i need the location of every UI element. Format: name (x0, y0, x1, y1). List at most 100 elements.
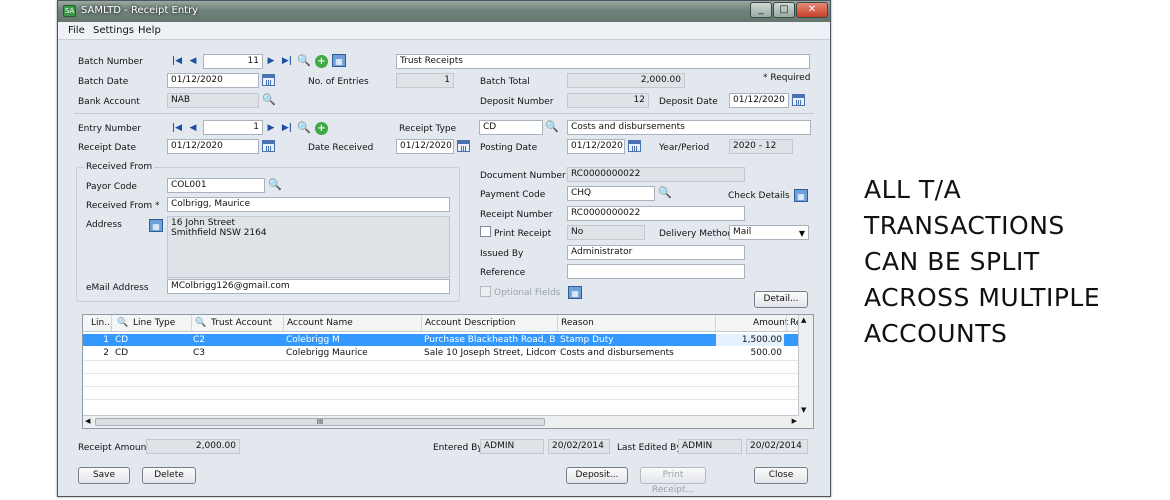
cell-amount: 500.00 (750, 348, 783, 358)
email-input[interactable]: MColbrigg126@gmail.com (167, 279, 450, 294)
cell-account-name: Colebrigg Maurice (286, 348, 368, 358)
payor-code-input[interactable]: COL001 (167, 178, 265, 193)
entry-number-input[interactable]: 1 (203, 120, 263, 135)
side-caption: ALL T/A TRANSACTIONS CAN BE SPLIT ACROSS… (864, 172, 1164, 352)
posting-date-label: Posting Date (480, 143, 538, 153)
receipt-number-input[interactable]: RC0000000022 (567, 206, 745, 221)
vertical-scrollbar[interactable]: ▲ ▼ (798, 315, 813, 428)
batch-finder-icon[interactable]: ▦ (332, 54, 346, 67)
dropdown-arrow-icon: ▼ (798, 229, 805, 238)
address-line-2: Smithfield NSW 2164 (171, 228, 267, 238)
address-finder-icon[interactable]: ▦ (149, 219, 163, 232)
date-received-calendar-icon[interactable] (457, 140, 470, 152)
delete-button[interactable]: Delete (142, 467, 196, 484)
payment-code-label: Payment Code (480, 190, 546, 200)
batch-total-label: Batch Total (480, 77, 530, 87)
check-details-finder-icon[interactable]: ▦ (794, 189, 808, 202)
detail-button[interactable]: Detail... (754, 291, 808, 308)
deposit-date-label: Deposit Date (659, 97, 718, 107)
cell-line-type: CD (115, 348, 129, 358)
batch-zoom-icon[interactable]: 🔍 (297, 54, 311, 67)
app-icon: SA (63, 5, 76, 17)
entry-first-icon[interactable]: |◀ (170, 122, 184, 135)
col-header-trust-account[interactable]: Trust Account (211, 318, 272, 328)
reference-input[interactable] (567, 264, 745, 279)
col-header-account-name[interactable]: Account Name (287, 318, 353, 328)
payor-code-zoom-icon[interactable]: 🔍 (268, 178, 282, 191)
col-header-line-type[interactable]: Line Type (133, 318, 175, 328)
deposit-button[interactable]: Deposit... (566, 467, 628, 484)
address-value: 16 John Street Smithfield NSW 2164 (167, 216, 450, 278)
receipt-type-description[interactable]: Costs and disbursements (567, 120, 811, 135)
col-header-amount[interactable]: Amount (753, 318, 788, 328)
menu-help[interactable]: Help (138, 25, 161, 36)
receipt-date-input[interactable]: 01/12/2020 (167, 139, 259, 154)
issued-by-input[interactable]: Administrator (567, 245, 745, 260)
column-divider (421, 315, 422, 331)
entry-next-icon[interactable]: ▶ (264, 122, 278, 135)
deposit-date-input[interactable]: 01/12/2020 (729, 93, 789, 108)
side-caption-line: ACCOUNTS (864, 319, 1008, 348)
horizontal-scrollbar[interactable]: ◀ III ▶ (83, 415, 799, 428)
entry-new-icon[interactable]: + (315, 122, 328, 135)
minimize-button[interactable]: _ (750, 2, 772, 18)
entry-zoom-icon[interactable]: 🔍 (297, 121, 311, 134)
cell-account-name: Colebrigg M (286, 335, 340, 345)
payment-code-zoom-icon[interactable]: 🔍 (658, 186, 672, 199)
scroll-right-icon[interactable]: ▶ (792, 417, 797, 425)
side-caption-line: CAN BE SPLIT (864, 247, 1040, 276)
payor-code-label: Payor Code (86, 182, 137, 192)
batch-date-input[interactable]: 01/12/2020 (167, 73, 259, 88)
batch-next-icon[interactable]: ▶ (264, 55, 278, 68)
col-header-line[interactable]: Lin... (91, 318, 113, 328)
menu-file[interactable]: File (68, 25, 85, 36)
delivery-method-label: Delivery Method (659, 229, 733, 239)
payment-code-input[interactable]: CHQ (567, 186, 655, 201)
title-bar[interactable]: SA SAMLTD - Receipt Entry _ □ ✕ (58, 1, 830, 22)
batch-number-label: Batch Number (78, 57, 143, 67)
close-button[interactable]: Close (754, 467, 808, 484)
maximize-button[interactable]: □ (773, 2, 795, 18)
cell-amount[interactable]: 1,500.00 (716, 334, 784, 346)
delivery-method-value: Mail (733, 227, 752, 237)
scroll-left-icon[interactable]: ◀ (85, 417, 90, 425)
save-button[interactable]: Save (78, 467, 130, 484)
deposit-date-calendar-icon[interactable] (792, 94, 805, 106)
receipt-type-zoom-icon[interactable]: 🔍 (545, 120, 559, 133)
batch-last-icon[interactable]: ▶| (280, 55, 294, 68)
scroll-thumb[interactable]: III (95, 418, 545, 426)
posting-date-input[interactable]: 01/12/2020 (567, 139, 625, 154)
print-receipt-checkbox[interactable] (480, 226, 491, 237)
column-divider (111, 315, 112, 331)
cell-line-type: CD (115, 335, 129, 345)
close-window-button[interactable]: ✕ (796, 2, 828, 18)
received-from-input[interactable]: Colbrigg, Maurice (167, 197, 450, 212)
table-row[interactable]: 1 CD C2 Colebrigg M Purchase Blackheath … (83, 334, 799, 346)
batch-number-input[interactable]: 11 (203, 54, 263, 69)
receipt-date-calendar-icon[interactable] (262, 140, 275, 152)
deposit-number-label: Deposit Number (480, 97, 554, 107)
batch-first-icon[interactable]: |◀ (170, 55, 184, 68)
receipt-date-label: Receipt Date (78, 143, 136, 153)
posting-date-calendar-icon[interactable] (628, 140, 641, 152)
menu-settings[interactable]: Settings (93, 25, 134, 36)
detail-grid[interactable]: Lin... 🔍 Line Type 🔍 Trust Account Accou… (82, 314, 814, 429)
col-header-reason[interactable]: Reason (561, 318, 594, 328)
date-received-input[interactable]: 01/12/2020 (396, 139, 454, 154)
scroll-up-icon[interactable]: ▲ (801, 316, 806, 324)
batch-prev-icon[interactable]: ◀ (186, 55, 200, 68)
receipt-type-input[interactable]: CD (479, 120, 543, 135)
entry-last-icon[interactable]: ▶| (280, 122, 294, 135)
entry-prev-icon[interactable]: ◀ (186, 122, 200, 135)
scroll-down-icon[interactable]: ▼ (801, 406, 806, 414)
batch-new-icon[interactable]: + (315, 55, 328, 68)
document-number-label: Document Number (480, 171, 566, 181)
side-caption-line: ACROSS MULTIPLE (864, 283, 1101, 312)
table-row[interactable]: 2 CD C3 Colebrigg Maurice Sale 10 Joseph… (83, 347, 799, 359)
receipt-amount-value: 2,000.00 (146, 439, 240, 454)
batch-description-input[interactable]: Trust Receipts (396, 54, 810, 69)
delivery-method-select[interactable]: Mail ▼ (729, 225, 809, 240)
batch-date-calendar-icon[interactable] (262, 74, 275, 86)
year-period-value: 2020 - 12 (729, 139, 793, 154)
col-header-account-description[interactable]: Account Description (425, 318, 515, 328)
